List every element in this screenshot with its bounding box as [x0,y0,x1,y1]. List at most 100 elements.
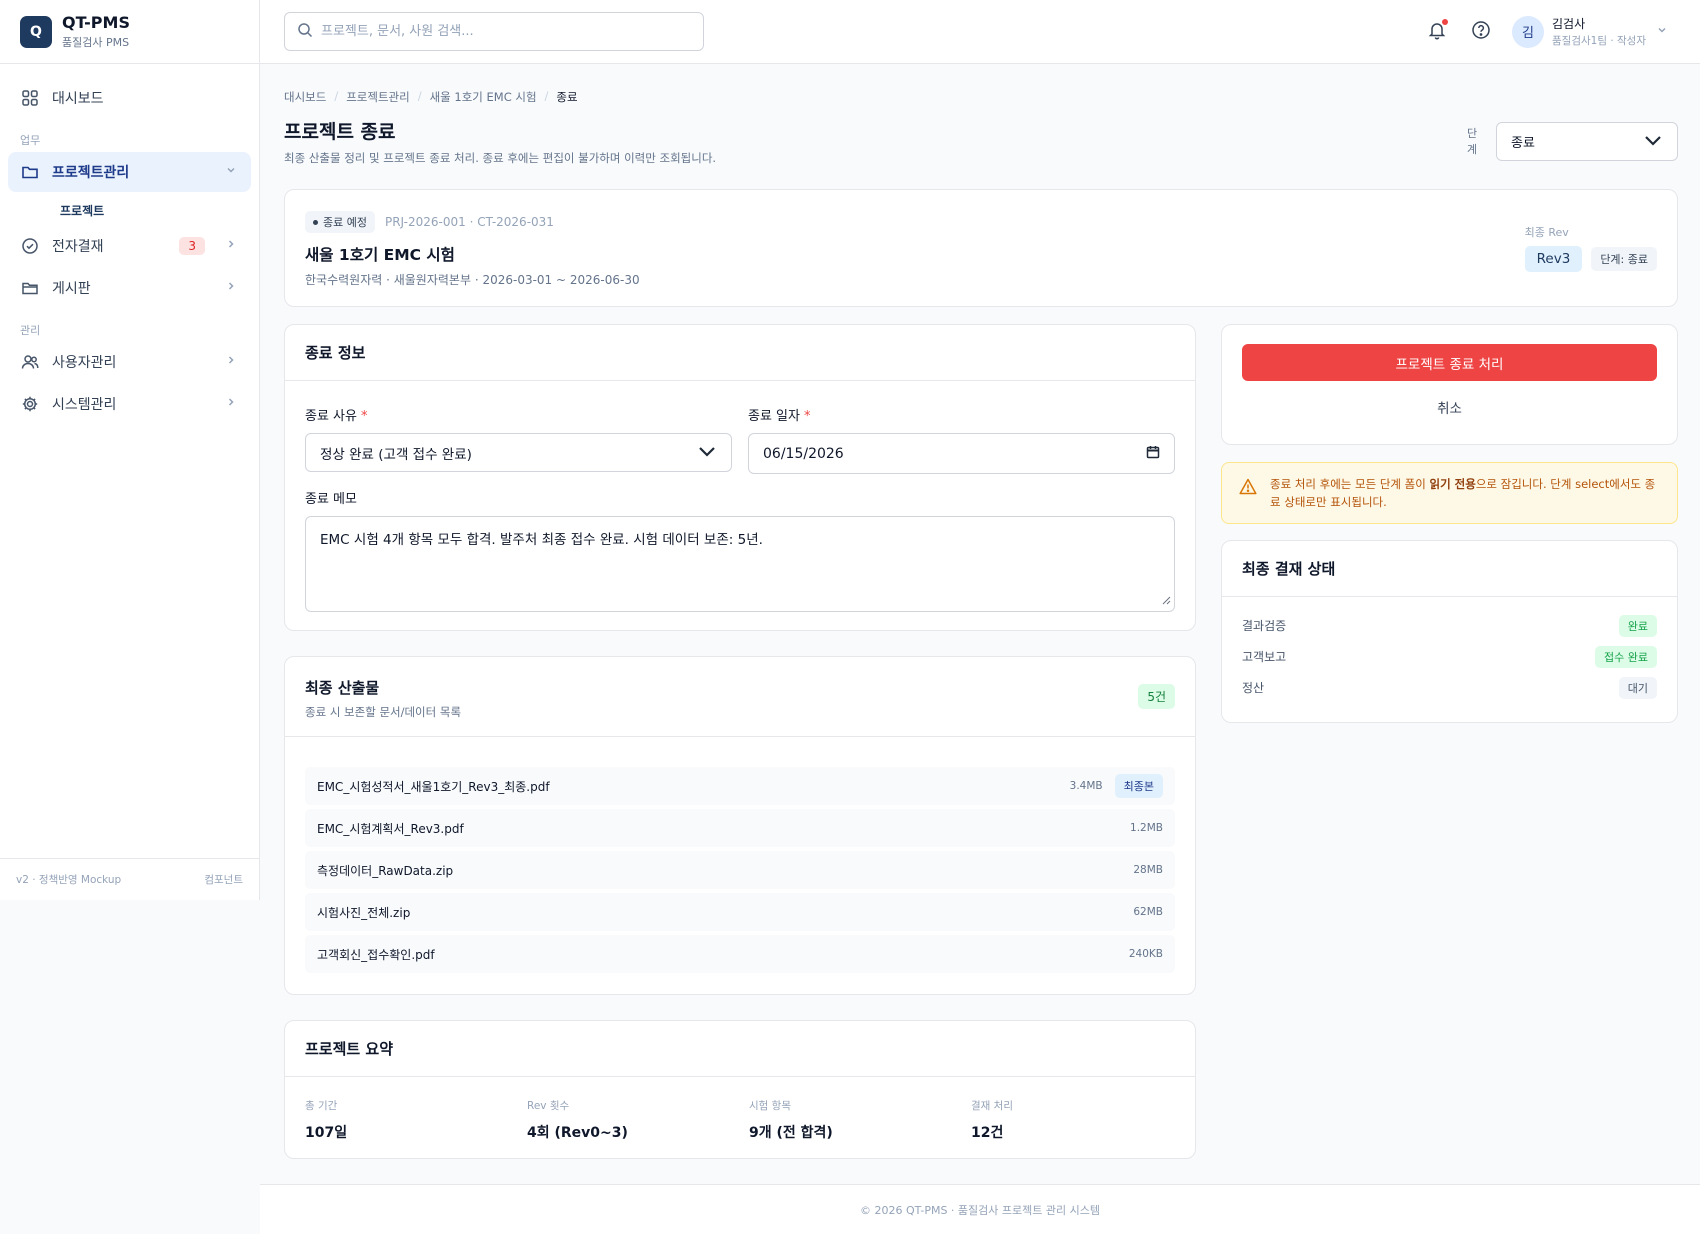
file-row[interactable]: 시험사진_전체.zip 62MB [305,893,1175,931]
dashboard-icon [20,88,40,108]
breadcrumb-item[interactable]: 새울 1호기 EMC 시험 [430,89,537,105]
status-label: 고객보고 [1242,650,1287,664]
project-codes: PRJ-2026-001 · CT-2026-031 [384,215,554,229]
version-label: v2 · 정책반영 Mockup [16,874,122,886]
main-content: 대시보드 / 프로젝트관리 / 새울 1호기 EMC 시험 / 종료 프로젝트 종료 … [284,64,1678,166]
stage-select[interactable]: 종료 [1496,122,1678,161]
sidebar-item-system[interactable]: 시스템관리 [8,384,251,424]
file-row[interactable]: EMC_시험성적서_새울1호기_Rev3_최종.pdf 3.4MB 최종본 [305,767,1175,805]
brand-title: QT-PMS [62,13,130,32]
page-footer: © 2026 QT-PMS · 품질검사 프로젝트 관리 시스템 [260,1184,1700,1234]
close-date-label: 종료 일자 * [748,409,811,424]
breadcrumb: 대시보드 / 프로젝트관리 / 새울 1호기 EMC 시험 / 종료 [284,89,578,105]
file-name: EMC_시험계획서_Rev3.pdf [317,821,464,836]
close-reason-value: 정상 완료 (고객 접수 완료) [320,446,472,463]
summary-item: 시험 항목 9개 (전 합격) [749,1098,971,1142]
status-label: 정산 [1242,681,1265,695]
sidebar-item-label: 프로젝트관리 [52,165,130,181]
sidebar-item-board[interactable]: 게시판 [8,268,251,308]
file-row[interactable]: 측정데이터_RawData.zip 28MB [305,851,1175,889]
calendar-icon[interactable] [1146,445,1160,463]
project-name: 새울 1호기 EMC 시험 [305,246,455,264]
sidebar-item-label: 게시판 [52,281,91,297]
count-badge: 5건 [1138,684,1175,709]
sidebar-item-approval[interactable]: 전자결재 3 [8,226,251,266]
sidebar-item-label: 대시보드 [52,91,104,107]
file-size: 240KB [1128,948,1163,960]
sidebar-footer: v2 · 정책반영 Mockup 컴포넌트 [0,858,259,900]
file-size: 3.4MB [1069,780,1103,792]
file-name: 시험사진_전체.zip [317,905,411,920]
project-meta: 한국수력원자력 · 새울원자력본부 · 2026-03-01 ~ 2026-06… [305,273,640,287]
breadcrumb-item[interactable]: 대시보드 [284,89,326,105]
resize-handle-icon[interactable] [1162,593,1171,609]
close-memo-label: 종료 메모 [305,492,357,507]
notification-dot [1442,19,1448,25]
sidebar-item-label: 전자결재 [52,239,104,255]
avatar: 김 [1512,15,1544,48]
chevron-right-icon [225,354,237,370]
cancel-button[interactable]: 취소 [1242,389,1657,425]
summary-label: Rev 횟수 [527,1100,570,1112]
card-title: 종료 정보 [285,325,1195,381]
card-title: 최종 결재 상태 [1222,541,1677,597]
approval-status-card: 최종 결재 상태 결과검증 완료 고객보고 접수 완료 정산 대기 [1221,540,1678,723]
sidebar: Q QT-PMS 품질검사 PMS 대시보드 업무 프로젝트관리 프로젝트 전자… [0,0,260,900]
file-list: EMC_시험성적서_새울1호기_Rev3_최종.pdf 3.4MB 최종본 EM… [305,767,1175,977]
summary-value: 9개 (전 합격) [749,1125,833,1141]
sidebar-item-label: 시스템관리 [52,397,117,413]
close-project-button[interactable]: 프로젝트 종료 처리 [1242,344,1657,381]
bell-icon[interactable] [1427,19,1449,42]
card-subtitle: 종료 시 보존할 문서/데이터 목록 [305,705,462,719]
file-size: 28MB [1133,864,1163,876]
sidebar-item-users[interactable]: 사용자관리 [8,342,251,382]
final-version-badge: 최종본 [1114,774,1163,798]
brand-subtitle: 품질검사 PMS [62,36,130,49]
topbar: 김 김검사 품질검사1팀 · 작성자 [260,0,1700,64]
close-info-card: 종료 정보 종료 사유 * 정상 완료 (고객 접수 완료) 종료 일자 * 06/… [284,324,1196,631]
deliverables-card: 최종 산출물 종료 시 보존할 문서/데이터 목록 5건 EMC_시험성적서_새… [284,656,1196,995]
user-menu[interactable]: 김 김검사 품질검사1팀 · 작성자 [1512,15,1668,48]
sidebar-item-dashboard[interactable]: 대시보드 [8,78,251,118]
file-size: 62MB [1133,906,1163,918]
search-input[interactable] [321,24,681,39]
chevron-right-icon [225,396,237,412]
close-date-field[interactable]: 06/15/2026 [748,433,1175,474]
brand[interactable]: Q QT-PMS 품질검사 PMS [0,0,259,64]
nav-section-admin: 관리 [20,324,41,337]
close-reason-label: 종료 사유 * [305,409,368,424]
status-row: 정산 대기 [1242,672,1657,703]
file-row[interactable]: EMC_시험계획서_Rev3.pdf 1.2MB [305,809,1175,847]
sidebar-item-project-management[interactable]: 프로젝트관리 [8,152,251,192]
summary-label: 결재 처리 [971,1100,1013,1112]
status-row: 고객보고 접수 완료 [1242,641,1657,672]
card-title: 최종 산출물 [305,679,380,697]
final-rev-badge: Rev3 [1524,246,1583,272]
sidebar-nav: 대시보드 업무 프로젝트관리 프로젝트 전자결재 3 게시판 관리 사용자관리 … [0,64,259,440]
search-box[interactable] [284,12,704,51]
stage-tag: 단계: 종료 [1591,247,1657,271]
chevron-down-icon [1643,133,1663,151]
chevron-right-icon [225,238,237,254]
sidebar-item-label: 사용자관리 [52,355,117,371]
project-summary-card: 프로젝트 요약 총 기간 107일 Rev 횟수 4회 (Rev0~3) 시험 … [284,1020,1196,1159]
folder-icon [20,162,40,182]
close-memo-textarea[interactable]: EMC 시험 4개 항목 모두 합격. 발주처 최종 접수 완료. 시험 데이터… [305,516,1175,612]
file-row[interactable]: 고객회신_접수확인.pdf 240KB [305,935,1175,973]
status-badge: 접수 완료 [1595,645,1657,668]
close-memo-value: EMC 시험 4개 항목 모두 합격. 발주처 최종 접수 완료. 시험 데이터… [320,532,763,548]
help-icon[interactable] [1471,20,1493,42]
breadcrumb-current: 종료 [556,90,578,104]
status-badge: 대기 [1618,676,1657,699]
search-icon [297,22,313,42]
warning-icon [1239,478,1257,500]
stage-label: 단계 [1466,126,1478,156]
action-card: 프로젝트 종료 처리 취소 [1221,324,1678,445]
status-badge: 완료 [1618,614,1657,637]
file-name: EMC_시험성적서_새울1호기_Rev3_최종.pdf [317,779,550,794]
sidebar-subitem-project[interactable]: 프로젝트 [8,194,251,226]
brand-logo: Q [20,15,52,48]
breadcrumb-item[interactable]: 프로젝트관리 [346,89,409,105]
components-link[interactable]: 컴포넌트 [204,872,243,887]
close-reason-select[interactable]: 정상 완료 (고객 접수 완료) [305,433,732,472]
